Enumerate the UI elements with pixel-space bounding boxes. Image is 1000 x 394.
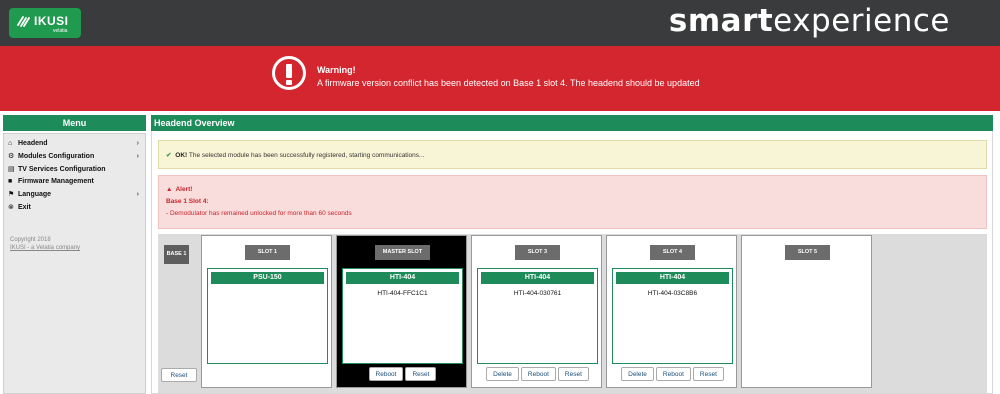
exclamation-icon — [272, 56, 306, 90]
module-id: HTI-404-03C8B6 — [647, 290, 698, 297]
flag-icon: ⚑ — [8, 191, 15, 199]
slot-1: SLOT 1 PSU-150 — [201, 235, 332, 388]
sidebar-item-exit[interactable]: ⊗ Exit — [4, 201, 145, 214]
slot-tag: SLOT 3 — [515, 245, 560, 260]
chevron-right-icon: › — [136, 191, 139, 199]
sidebar-item-label: Headend — [18, 140, 48, 147]
sidebar-item-headend[interactable]: ⌂ Headend › — [4, 137, 145, 150]
base-label: BASE 1 — [164, 245, 189, 264]
module-name: PSU-150 — [211, 272, 324, 284]
slot-tag: MASTER SLOT — [375, 245, 430, 260]
page-title: Headend Overview — [151, 115, 993, 131]
slot-tag: SLOT 5 — [785, 245, 830, 260]
check-icon: ✔ — [166, 152, 172, 159]
copyright-text: Copyright 2018 — [10, 237, 51, 243]
alert-text: - Demodulator has remained unlocked for … — [166, 210, 352, 217]
base-reset-button[interactable]: Reset — [161, 368, 197, 382]
sidebar-item-label: Language — [18, 191, 52, 199]
reboot-button[interactable]: Reboot — [520, 367, 556, 381]
slot-tag: SLOT 1 — [245, 245, 290, 260]
slot-tag: SLOT 4 — [650, 245, 695, 260]
ok-message: The selected module has been successfull… — [188, 152, 425, 159]
logo-text: IKUSI — [34, 14, 69, 28]
module-card[interactable]: HTI-404 HTI-404-03C8B6 — [612, 268, 733, 364]
warning-message: A firmware version conflict has been det… — [317, 78, 700, 88]
slot-4: SLOT 4 HTI-404 HTI-404-03C8B6 Delete Reboot R… — [606, 235, 737, 388]
menu-title: Menu — [3, 115, 146, 131]
main-panel: ✔ OK! The selected module has been succe… — [151, 131, 993, 394]
slot-actions: Reboot Reset — [337, 367, 468, 381]
reset-button[interactable]: Reset — [557, 367, 589, 381]
delete-button[interactable]: Delete — [486, 367, 519, 381]
ikusi-logo[interactable]: IKUSI velatia — [9, 8, 81, 38]
alert-triangle-icon: ▲ — [166, 186, 173, 193]
brand-title: smartexperience — [669, 3, 950, 39]
chevron-right-icon: › — [136, 140, 139, 147]
chevron-right-icon: › — [136, 152, 139, 160]
sidebar-item-modules-configuration[interactable]: ⚙ Modules Configuration › — [4, 150, 145, 163]
module-id: HTI-404-030761 — [513, 290, 562, 297]
sidebar-item-firmware-management[interactable]: ■ Firmware Management — [4, 175, 145, 188]
ikusi-logo-icon — [17, 16, 30, 27]
ok-label: OK! — [175, 152, 188, 159]
sidebar-item-label: Exit — [18, 203, 31, 211]
sidebar-item-language[interactable]: ⚑ Language › — [4, 188, 145, 201]
alert-message: ▲ Alert! Base 1 Slot 4: - Demodulator has… — [158, 175, 987, 229]
sidebar-item-tv-services-configuration[interactable]: ▤ TV Services Configuration — [4, 163, 145, 176]
gear-icon: ⚙ — [8, 152, 15, 160]
top-bar: IKUSI velatia smartexperience — [0, 0, 1000, 46]
exit-icon: ⊗ — [8, 203, 14, 211]
module-id: HTI-404-FFC1C1 — [377, 290, 428, 297]
base-rack: BASE 1 Reset SLOT 1 PSU-150 MASTER SLOT HTI… — [158, 234, 987, 393]
module-name: HTI-404 — [481, 272, 594, 284]
success-message: ✔ OK! The selected module has been succe… — [158, 140, 987, 169]
copyright: Copyright 2018 IKUSI - a Velatia company — [10, 236, 80, 252]
home-icon: ⌂ — [8, 140, 13, 147]
module-name: HTI-404 — [616, 272, 729, 284]
firmware-icon: ■ — [8, 178, 13, 186]
module-card[interactable]: PSU-150 — [207, 268, 328, 364]
slot-3: SLOT 3 HTI-404 HTI-404-030761 Delete Reboot R… — [471, 235, 602, 388]
brand-experience: experience — [773, 3, 950, 39]
module-card[interactable]: HTI-404 HTI-404-FFC1C1 — [342, 268, 463, 364]
reset-button[interactable]: Reset — [692, 367, 724, 381]
company-link[interactable]: IKUSI - a Velatia company — [10, 245, 80, 251]
slot-2: MASTER SLOT HTI-404 HTI-404-FFC1C1 Reboot Re… — [336, 235, 467, 388]
warning-title: Warning! — [317, 65, 356, 75]
alert-location: Base 1 Slot 4: — [166, 198, 209, 205]
slot-actions: Delete Reboot Reset — [472, 367, 603, 381]
module-card[interactable]: HTI-404 HTI-404-030761 — [477, 268, 598, 364]
reboot-button[interactable]: Reboot — [368, 367, 404, 381]
sidebar-menu: ⌂ Headend › ⚙ Modules Configuration › ▤ TV Serv… — [3, 133, 146, 394]
slot-actions: Delete Reboot Reset — [607, 367, 738, 381]
reboot-button[interactable]: Reboot — [655, 367, 691, 381]
list-icon: ▤ — [8, 165, 15, 173]
sidebar-item-label: Modules Configuration — [18, 152, 95, 160]
reset-button[interactable]: Reset — [405, 367, 437, 381]
delete-button[interactable]: Delete — [621, 367, 654, 381]
alert-title: Alert! — [175, 186, 193, 193]
warning-banner: Warning! A firmware version conflict has… — [0, 46, 1000, 111]
module-name: HTI-404 — [346, 272, 459, 284]
sidebar-item-label: Firmware Management — [18, 178, 94, 186]
logo-subtext: velatia — [53, 28, 68, 34]
brand-smart: smart — [668, 3, 774, 39]
slot-5: SLOT 5 — [741, 235, 872, 388]
sidebar-item-label: TV Services Configuration — [18, 165, 106, 173]
